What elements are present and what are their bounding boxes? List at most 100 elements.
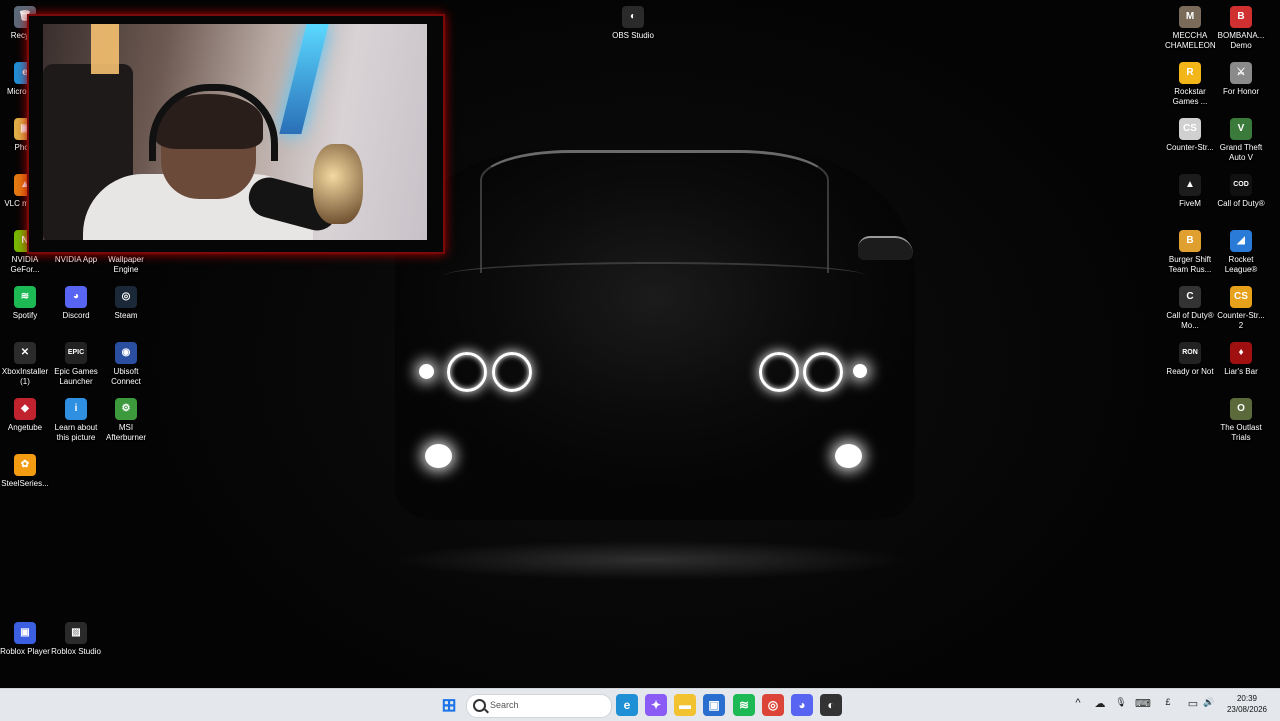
desktop-icon-label: Roblox Studio [51,647,101,656]
desktop-icon-label: Rocket League® [1224,255,1258,274]
msi-afterburner-icon: ⚙ [115,398,137,420]
desktop-icon-for-honor[interactable]: ⚔ For Honor [1216,62,1266,97]
desktop-icon-label: Call of Duty® Mo... [1166,311,1214,330]
spotify-icon: ≋ [14,286,36,308]
gta-v-icon: V [1230,118,1252,140]
desktop-icon-ready-or-not[interactable]: RON Ready or Not [1165,342,1215,377]
desktop-icon-label: Spotify [12,311,38,320]
desktop-icon-bombana[interactable]: B BOMBANA... Demo [1216,6,1266,51]
learn-picture-icon: i [65,398,87,420]
desktop-icon-discord[interactable]: ◕ Discord [51,286,101,321]
fog-light-right [835,444,862,468]
epic-icon: EPIC [65,342,87,364]
car-roof-outline [480,150,829,273]
headlight-ring-4 [803,352,843,392]
onedrive-icon[interactable]: ☁ [1093,697,1107,710]
xbox-installer-icon: ✕ [14,342,36,364]
desktop-icon-cod-mobile[interactable]: C Call of Duty® Mo... [1165,286,1215,331]
taskbar-edge-icon[interactable]: e [616,694,638,716]
taskbar-file-explorer-icon[interactable]: ▬ [674,694,696,716]
webcam-feed [43,24,427,240]
desktop-icon-meccha[interactable]: M MECCHA CHAMELEON [1165,6,1215,51]
desktop-icon-steam[interactable]: ◎ Steam [101,286,151,321]
headlight-ring-2 [492,352,532,392]
ready-or-not-icon: RON [1179,342,1201,364]
taskbar-search-input[interactable]: Search [466,694,612,718]
taskbar-chrome-icon[interactable]: ◎ [762,694,784,716]
desktop-icon-counter-strike-2[interactable]: CS Counter-Str... 2 [1216,286,1266,331]
ubisoft-icon: ◉ [115,342,137,364]
desktop-icon-label: Burger Shift Team Rus... [1168,255,1212,274]
roblox-player-icon: ▣ [14,622,36,644]
desktop-icon-learn-picture[interactable]: i Learn about this picture [51,398,101,443]
taskbar-clock[interactable]: 20:39 23/08/2026 [1222,693,1272,715]
desktop-icon-roblox-studio[interactable]: ▨ Roblox Studio [51,622,101,657]
desktop-icon-angetube[interactable]: ◆ Angetube [0,398,50,433]
network-icon[interactable]: ▭ [1186,697,1200,710]
desktop-icon-label: Learn about this picture [54,423,98,442]
trophy-decoration [313,144,363,224]
desktop-icon-rocket-league[interactable]: ◢ Rocket League® [1216,230,1266,275]
desktop-icon-label: Ubisoft Connect [111,367,141,386]
taskbar-store-icon[interactable]: ▣ [703,694,725,716]
search-placeholder: Search [490,700,519,710]
desktop-icon-cod[interactable]: COD Call of Duty® [1216,174,1266,209]
clock-time: 20:39 [1236,694,1258,703]
microphone-icon[interactable]: 🎙 [1114,697,1128,708]
desktop-icon-label: SteelSeries... [1,479,49,488]
headlight-ring-1 [447,352,487,392]
counter-strike-icon: CS [1179,118,1201,140]
desktop-icon-label: Steam [114,311,138,320]
keyboard-icon[interactable]: ⌨ [1135,697,1151,710]
desktop-icon-fivem[interactable]: ▲ FiveM [1165,174,1215,209]
headlight-ring-3 [759,352,799,392]
desktop-icon-outlast-trials[interactable]: O The Outlast Trials [1216,398,1266,443]
desktop-icon-ubisoft[interactable]: ◉ Ubisoft Connect [101,342,151,387]
taskbar-copilot-icon[interactable]: ✦ [645,694,667,716]
taskbar-obs-icon[interactable]: ◐ [820,694,842,716]
angetube-icon: ◆ [14,398,36,420]
desktop-icon-label: The Outlast Trials [1220,423,1262,442]
desktop-icon-xbox-installer[interactable]: ✕ XboxInstaller (1) [0,342,50,387]
desktop-icon-label: MSI Afterburner [105,423,147,442]
desktop-icon-obs[interactable]: ◐ OBS Studio [608,6,658,41]
desktop-icon-label: NVIDIA App [54,255,98,264]
desktop-icon-label: Angetube [7,423,43,432]
taskbar-spotify-icon[interactable]: ≋ [733,694,755,716]
steam-icon: ◎ [115,286,137,308]
desktop-icon-spotify[interactable]: ≋ Spotify [0,286,50,321]
desktop-icon-burger-shift[interactable]: B Burger Shift Team Rus... [1165,230,1215,275]
led-light-strip [279,24,329,134]
desktop-icon-liars-bar[interactable]: ♦ Liar's Bar [1216,342,1266,377]
currency-icon[interactable]: £ [1161,697,1175,707]
desktop-icon-msi-afterburner[interactable]: ⚙ MSI Afterburner [101,398,151,443]
desktop-icon-counter-strike[interactable]: CS Counter-Str... [1165,118,1215,153]
desktop-icon-steelseries[interactable]: ✿ SteelSeries... [0,454,50,489]
desktop-icon-label: MECCHA CHAMELEON [1165,31,1215,50]
desktop-icon-gta-v[interactable]: V Grand Theft Auto V [1216,118,1266,163]
window-light [91,24,119,74]
taskbar-discord-icon[interactable]: ◕ [791,694,813,716]
volume-icon[interactable]: 🔊 [1202,697,1216,708]
desktop-icon-label: Counter-Str... 2 [1217,311,1265,330]
outlast-trials-icon: O [1230,398,1252,420]
desktop-icon-label: Liar's Bar [1224,367,1258,376]
desktop-icon-roblox-player[interactable]: ▣ Roblox Player [0,622,50,657]
webcam-overlay [27,14,445,254]
headlight-left-small [419,364,434,379]
desktop-icon-label: NVIDIA GeFor... [10,255,40,274]
for-honor-icon: ⚔ [1230,62,1252,84]
meccha-icon: M [1179,6,1201,28]
desktop-icon-epic[interactable]: EPIC Epic Games Launcher [51,342,101,387]
counter-strike-2-icon: CS [1230,286,1252,308]
taskbar: ⊞ e ✦ ▬ ▣ ≋ ◎ ◕ ◐ Search ^ ☁ 🎙 ⌨ £ ▭ 🔊 20:39 23/… [0,688,1280,721]
roblox-studio-icon: ▨ [65,622,87,644]
tray-chevron-icon[interactable]: ^ [1071,697,1085,709]
car-mirror [858,236,913,260]
desktop-icon-label: Roblox Player [0,647,50,656]
taskbar-start-icon[interactable]: ⊞ [438,694,460,716]
fog-light-left [425,444,452,468]
desktop-icon-label: Counter-Str... [1166,143,1214,152]
desktop-icon-rockstar[interactable]: R Rockstar Games ... [1165,62,1215,107]
desktop-icon-label: Epic Games Launcher [54,367,98,386]
